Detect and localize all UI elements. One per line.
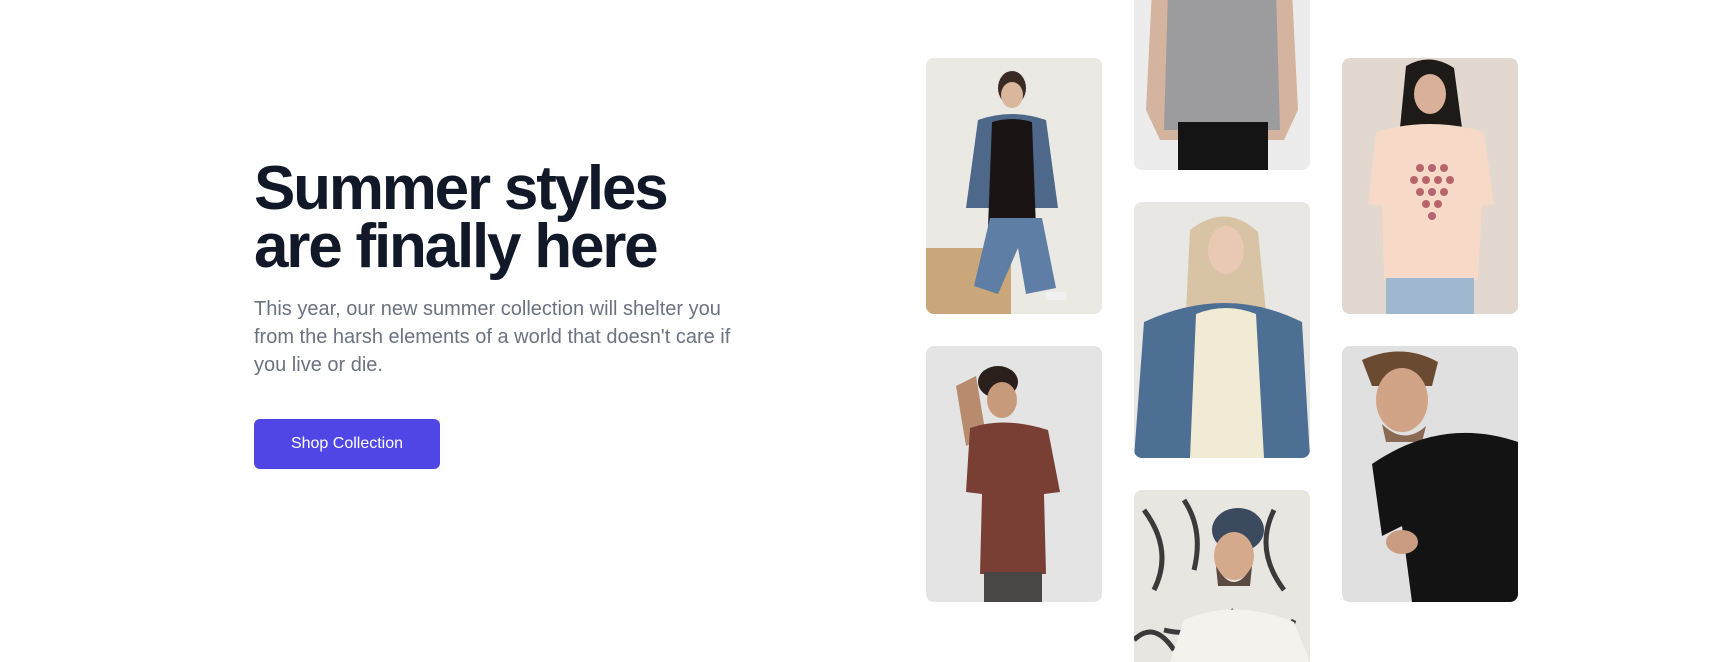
man-brown-tee-hand-in-hair-photo bbox=[926, 346, 1102, 602]
bearded-man-beanie-glasses-photo bbox=[1134, 490, 1310, 662]
hero-description: This year, our new summer collection wil… bbox=[254, 298, 731, 376]
woman-denim-jacket-black-tee-photo bbox=[926, 58, 1102, 314]
man-black-tee-looking-down-photo bbox=[1342, 346, 1518, 602]
hero-copy: Summer styles are finally here This year… bbox=[254, 154, 774, 379]
gray-tee-torso-photo bbox=[1134, 0, 1310, 170]
page-title-line-1: Summer styles bbox=[254, 154, 669, 223]
woman-peach-graphic-tee-photo bbox=[1342, 58, 1518, 314]
page-title: Summer styles are finally here bbox=[254, 154, 774, 281]
blonde-woman-denim-jacket-cream-tee-photo bbox=[1134, 202, 1310, 458]
shop-collection-button[interactable]: Shop Collection bbox=[254, 419, 440, 469]
page-title-line-2: are finally here bbox=[254, 212, 659, 281]
